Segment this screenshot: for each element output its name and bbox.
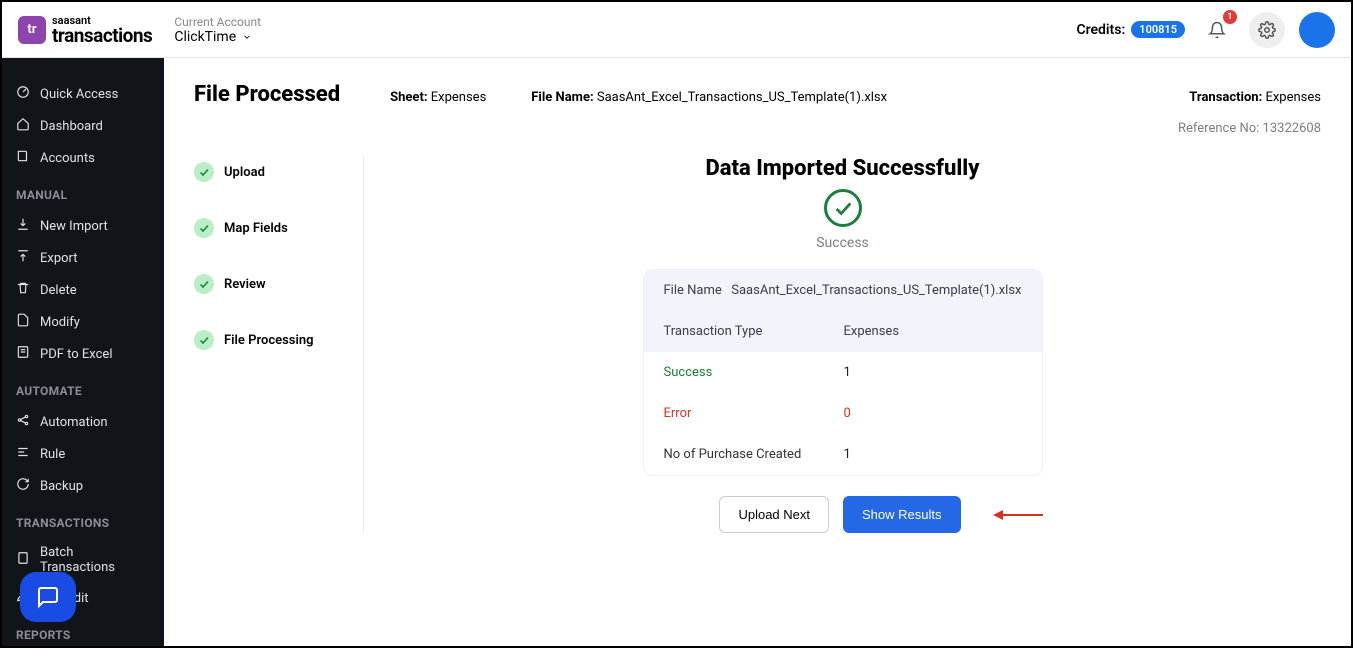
trash-icon: [16, 281, 30, 299]
sidebar-item-label: Quick Access: [40, 87, 118, 102]
logo[interactable]: tr saasant transactions: [18, 15, 152, 45]
annotation-arrow-icon: [993, 508, 1043, 522]
pdf-icon: [16, 345, 30, 363]
check-icon: [194, 162, 214, 182]
step-label: Map Fields: [224, 221, 288, 236]
sidebar-section-transactions: TRANSACTIONS: [2, 516, 164, 530]
step-label: Review: [224, 277, 266, 292]
sidebar-item-label: Rule: [40, 447, 65, 462]
sidebar-item-rule[interactable]: Rule: [2, 438, 164, 470]
bell-icon: [1208, 21, 1226, 39]
account-switcher[interactable]: Current Account ClickTime: [174, 15, 261, 45]
sidebar-section-manual: MANUAL: [2, 188, 164, 202]
gear-icon: [1258, 21, 1276, 39]
sidebar-item-label: Delete: [40, 283, 77, 298]
result-table: File NameSaasAnt_Excel_Transactions_US_T…: [643, 269, 1043, 476]
steps-list: Upload Map Fields Review File Processing: [194, 156, 364, 533]
sidebar: Quick Access Dashboard Accounts MANUAL New I…: [2, 58, 164, 646]
file-value: SaasAnt_Excel_Transactions_US_Template(1…: [597, 90, 887, 105]
upload-icon: [16, 249, 30, 267]
sheet-label: Sheet:: [390, 90, 427, 105]
chat-icon: [36, 585, 60, 609]
check-icon: [194, 330, 214, 350]
sidebar-item-label: Backup: [40, 479, 83, 494]
notifications-button[interactable]: 1: [1199, 12, 1235, 48]
home-icon: [16, 117, 30, 135]
sidebar-item-export[interactable]: Export: [2, 242, 164, 274]
sidebar-item-label: Accounts: [40, 151, 95, 166]
settings-button[interactable]: [1249, 12, 1285, 48]
sidebar-item-quick-access[interactable]: Quick Access: [2, 78, 164, 110]
sidebar-item-label: Export: [40, 251, 78, 266]
rt-txn-type-k: Transaction Type: [664, 324, 844, 339]
result-title: Data Imported Successfully: [706, 156, 980, 181]
step-review[interactable]: Review: [194, 274, 353, 294]
chevron-down-icon: [242, 32, 252, 42]
sidebar-item-modify[interactable]: Modify: [2, 306, 164, 338]
rule-icon: [16, 445, 30, 463]
rt-error-k: Error: [664, 406, 844, 421]
logo-brand-large: transactions: [52, 26, 152, 45]
rt-file-name-k: File Name: [664, 283, 732, 298]
success-check-icon: [824, 189, 862, 227]
rt-file-name-v: SaasAnt_Excel_Transactions_US_Template(1…: [731, 283, 1021, 298]
sidebar-item-label: Batch Transactions: [40, 545, 150, 575]
ref-value: 13322608: [1263, 121, 1321, 136]
file-label: File Name:: [531, 90, 593, 105]
sheet-value: Expenses: [431, 90, 487, 105]
account-label: Current Account: [174, 15, 261, 29]
backup-icon: [16, 477, 30, 495]
user-avatar[interactable]: [1299, 12, 1335, 48]
rt-created-k: No of Purchase Created: [664, 447, 844, 462]
rt-created-v: 1: [844, 447, 1022, 462]
sidebar-item-label: PDF to Excel: [40, 347, 112, 362]
download-icon: [16, 217, 30, 235]
logo-icon: tr: [18, 16, 46, 44]
rt-success-v: 1: [844, 365, 1022, 380]
success-text: Success: [816, 235, 869, 251]
check-icon: [194, 218, 214, 238]
main-content: File Processed Sheet: Expenses File Name…: [164, 58, 1351, 646]
show-results-button[interactable]: Show Results: [843, 496, 960, 533]
step-map-fields[interactable]: Map Fields: [194, 218, 353, 238]
sidebar-item-accounts[interactable]: Accounts: [2, 142, 164, 174]
sidebar-section-reports: REPORTS: [2, 628, 164, 642]
file-icon: [16, 313, 30, 331]
sidebar-item-dashboard[interactable]: Dashboard: [2, 110, 164, 142]
doc-icon: [16, 551, 30, 569]
page-title: File Processed: [194, 82, 340, 107]
step-label: Upload: [224, 165, 265, 180]
sidebar-item-delete[interactable]: Delete: [2, 274, 164, 306]
txn-label: Transaction:: [1189, 90, 1262, 105]
sidebar-item-backup[interactable]: Backup: [2, 470, 164, 502]
sidebar-item-label: Automation: [40, 415, 108, 430]
share-icon: [16, 413, 30, 431]
ref-label: Reference No:: [1178, 121, 1259, 136]
notification-count: 1: [1223, 10, 1237, 24]
sidebar-item-automation[interactable]: Automation: [2, 406, 164, 438]
step-file-processing[interactable]: File Processing: [194, 330, 353, 350]
sidebar-item-new-import[interactable]: New Import: [2, 210, 164, 242]
rt-success-k: Success: [664, 365, 844, 380]
account-name: ClickTime: [174, 29, 236, 45]
step-label: File Processing: [224, 333, 314, 348]
credits-badge[interactable]: 100815: [1131, 21, 1185, 38]
sidebar-item-label: Modify: [40, 315, 80, 330]
chat-fab[interactable]: [20, 572, 76, 622]
credits-display: Credits: 100815: [1076, 21, 1185, 38]
sidebar-item-label: Dashboard: [40, 119, 103, 134]
check-icon: [194, 274, 214, 294]
sidebar-item-pdf-to-excel[interactable]: PDF to Excel: [2, 338, 164, 370]
sidebar-section-automate: AUTOMATE: [2, 384, 164, 398]
rt-error-v: 0: [844, 406, 1022, 421]
txn-value: Expenses: [1265, 90, 1321, 105]
book-icon: [16, 149, 30, 167]
rt-txn-type-v: Expenses: [844, 324, 1022, 339]
sidebar-item-label: New Import: [40, 219, 108, 234]
gauge-icon: [16, 85, 30, 103]
step-upload[interactable]: Upload: [194, 162, 353, 182]
top-bar: tr saasant transactions Current Account …: [2, 2, 1351, 58]
upload-next-button[interactable]: Upload Next: [719, 496, 829, 533]
